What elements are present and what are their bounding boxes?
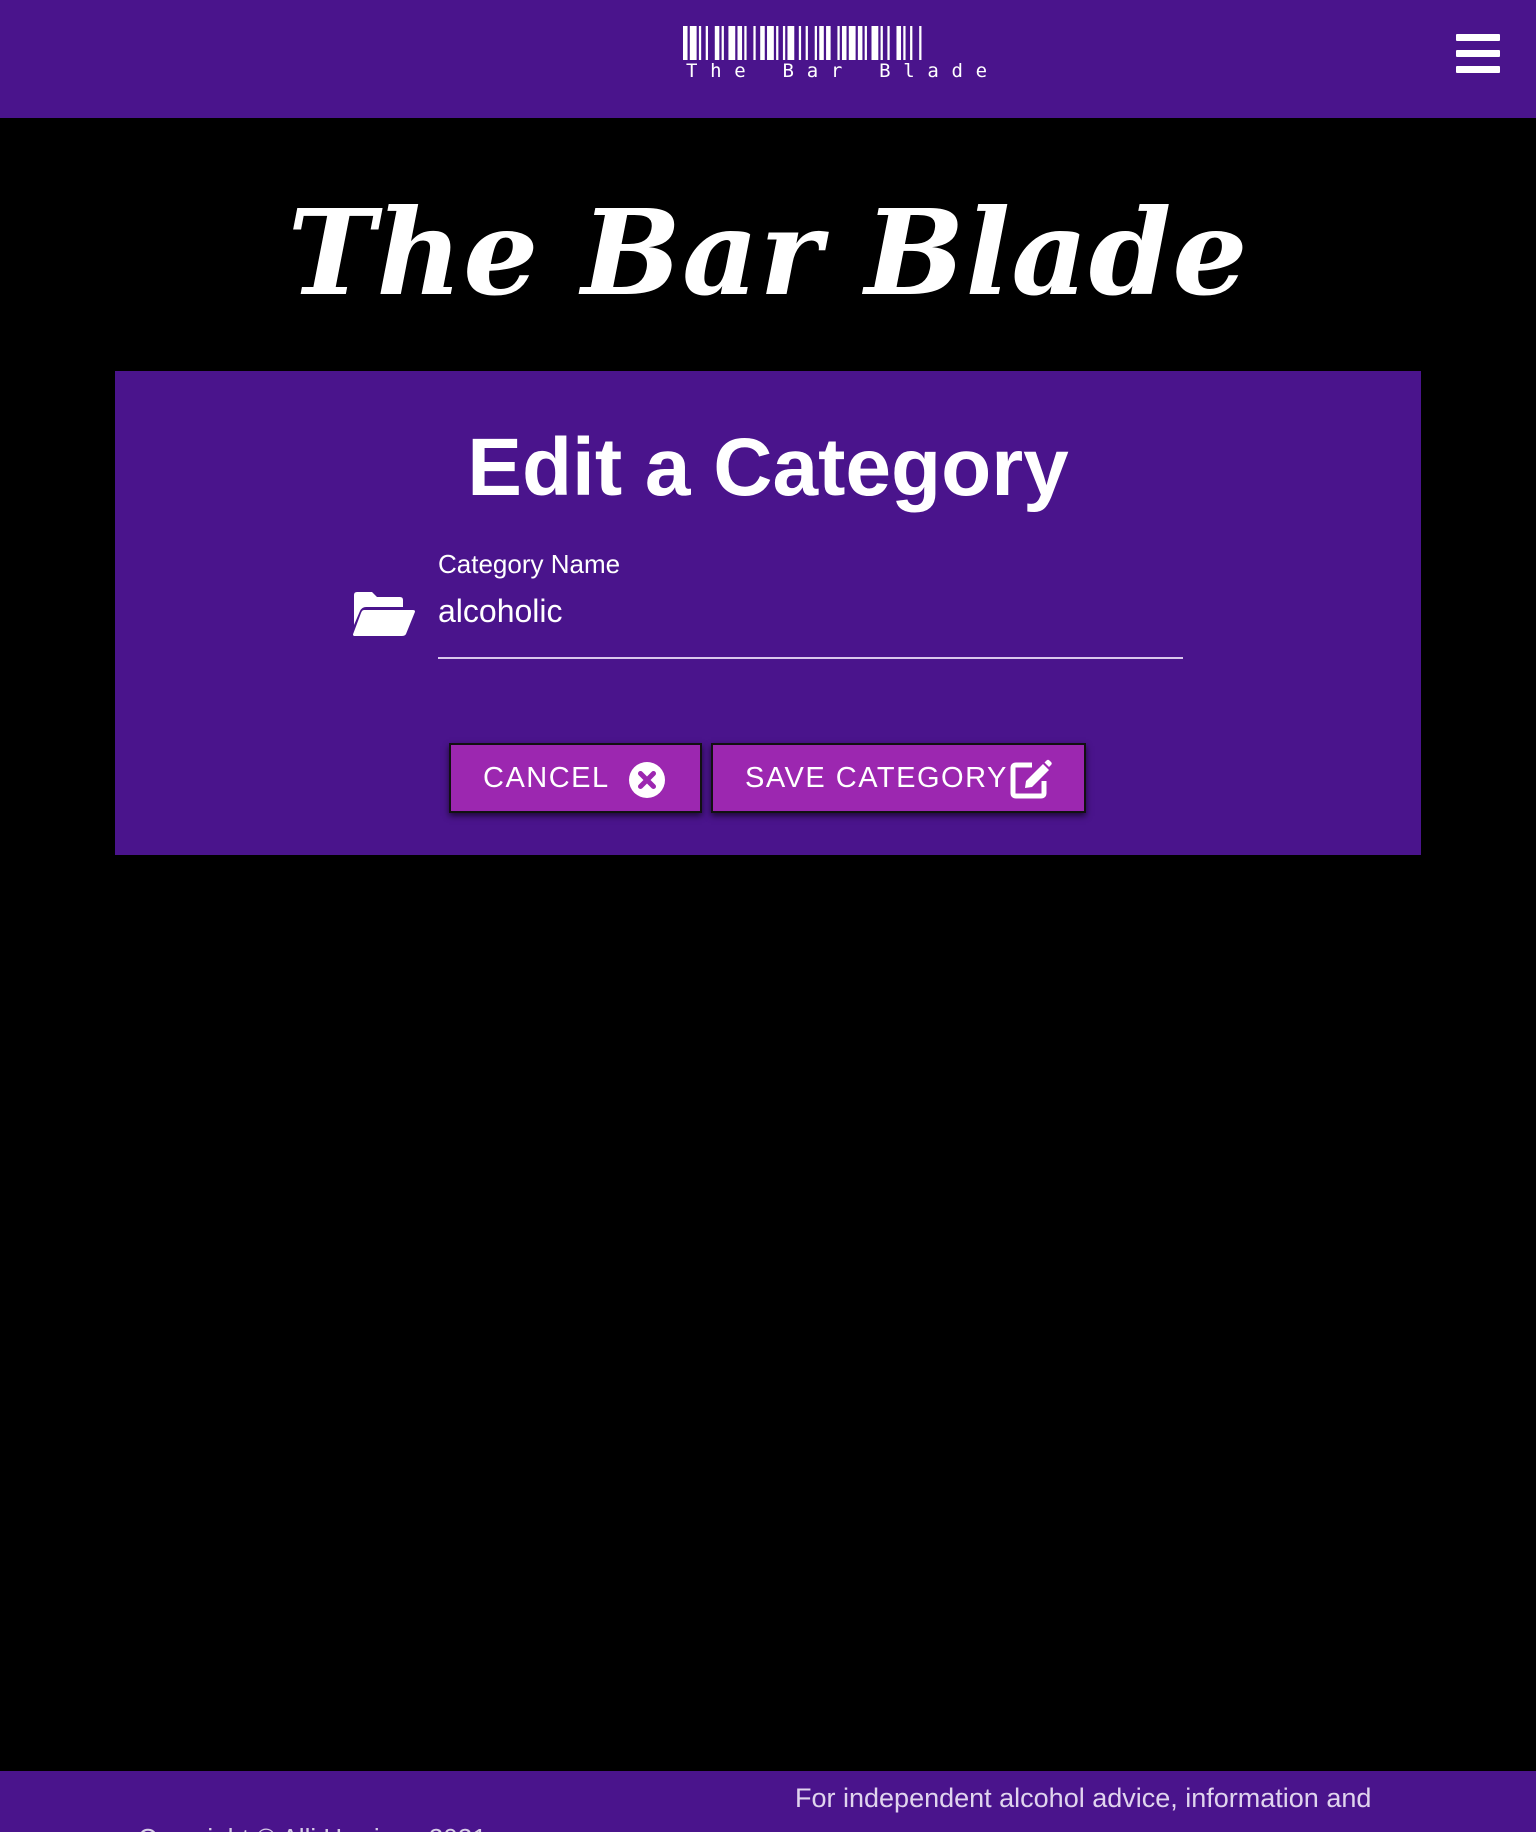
times-circle-icon: [629, 762, 665, 798]
save-button-label: SAVE CATEGORY: [745, 761, 1008, 794]
input-underline: [438, 657, 1183, 659]
top-navbar: The Bar Blade: [0, 0, 1536, 118]
brand-logo-link[interactable]: The Bar Blade: [683, 24, 1000, 86]
hamburger-menu-icon[interactable]: [1456, 34, 1500, 74]
hero-title: The Bar Blade: [287, 183, 1249, 322]
page: The Bar Blade The Bar Blade Edit a Categ…: [0, 0, 1536, 1832]
cancel-button-label: CANCEL: [483, 761, 610, 794]
save-category-button[interactable]: SAVE CATEGORY: [711, 743, 1086, 813]
footer-advice-text: For independent alcohol advice, informat…: [795, 1783, 1372, 1813]
barcode-icon: [683, 26, 922, 60]
brand-logo-text: The Bar Blade: [686, 60, 1000, 82]
page-footer: Copyright © Alli Harrison 2021 For indep…: [0, 1771, 1536, 1832]
category-name-label: Category Name: [438, 549, 621, 579]
edit-category-card: Edit a Category Category Name CANCEL SAV…: [115, 371, 1421, 855]
category-name-input[interactable]: [438, 591, 1183, 631]
form-title: Edit a Category: [467, 422, 1069, 513]
footer-copyright: Copyright © Alli Harrison 2021: [138, 1823, 487, 1832]
folder-open-icon: [353, 592, 415, 636]
cancel-button[interactable]: CANCEL: [449, 743, 702, 813]
edit-icon: [1010, 759, 1052, 799]
